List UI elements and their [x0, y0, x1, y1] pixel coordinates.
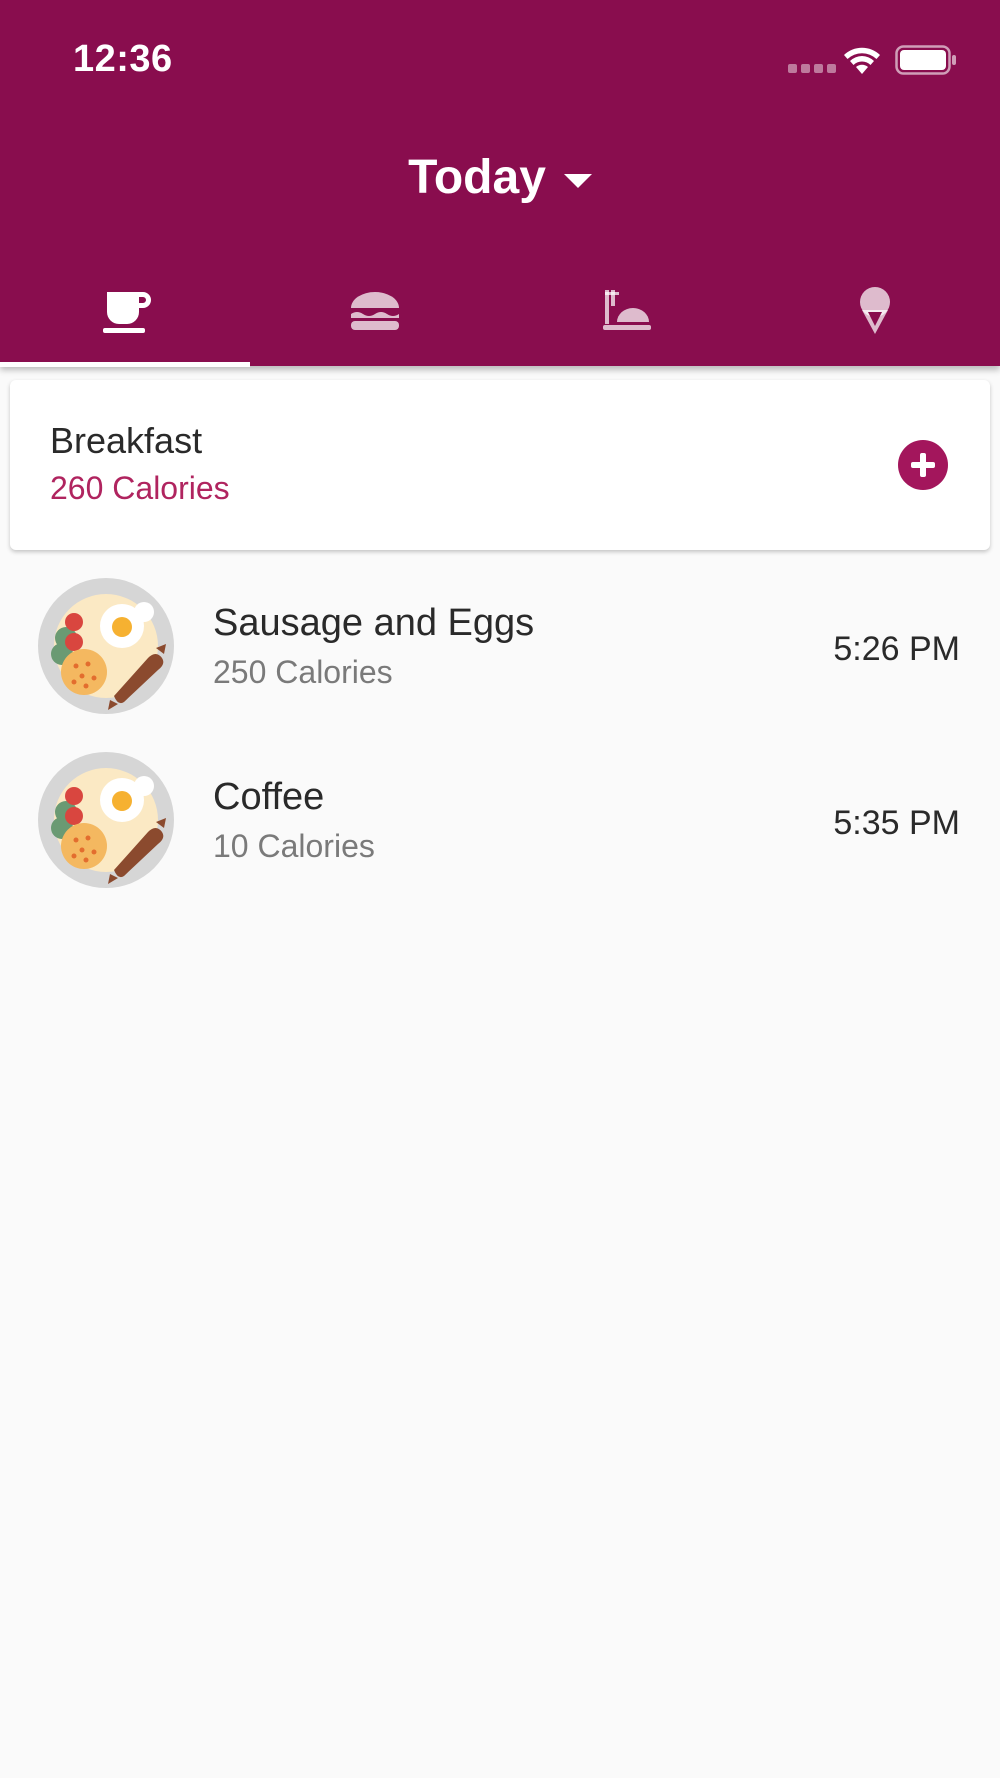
tab-dinner[interactable] — [500, 262, 750, 366]
cellular-signal-icon — [788, 64, 836, 73]
food-entry-list: Sausage and Eggs 250 Calories 5:26 PM Co… — [0, 560, 1000, 908]
burger-icon — [351, 292, 399, 330]
coffee-cup-icon — [103, 292, 151, 333]
tab-lunch[interactable] — [250, 262, 500, 366]
date-selector[interactable]: Today — [0, 150, 1000, 205]
entry-time: 5:26 PM — [833, 630, 960, 668]
dinner-plate-icon — [603, 290, 651, 330]
meal-name: Breakfast — [50, 420, 203, 461]
ice-cream-icon — [860, 287, 890, 334]
entry-calories: 10 Calories — [213, 828, 375, 864]
status-bar: 12:36 — [0, 0, 1000, 120]
selected-tab-indicator — [0, 362, 250, 367]
list-item[interactable]: Coffee 10 Calories 5:35 PM — [0, 734, 1000, 908]
entry-name: Sausage and Eggs — [213, 602, 535, 644]
entry-time: 5:35 PM — [833, 804, 960, 842]
breakfast-plate-icon — [38, 752, 174, 888]
tab-snack[interactable] — [750, 262, 1000, 366]
list-item[interactable]: Sausage and Eggs 250 Calories 5:26 PM — [0, 560, 1000, 734]
entry-calories: 250 Calories — [213, 654, 393, 690]
entry-name: Coffee — [213, 776, 325, 818]
wifi-icon — [844, 47, 880, 74]
add-food-button[interactable] — [898, 440, 948, 490]
breakfast-plate-icon — [38, 578, 174, 714]
meal-calories: 260 Calories — [50, 470, 230, 506]
meal-tabs — [0, 262, 1000, 366]
app-bar: 12:36 Today — [0, 0, 1000, 366]
tab-breakfast[interactable] — [0, 262, 250, 366]
page-title: Today — [408, 151, 546, 204]
caret-down-icon — [563, 173, 592, 188]
battery-icon — [895, 45, 956, 75]
meal-summary-card: Breakfast 260 Calories — [10, 380, 990, 550]
status-time: 12:36 — [73, 38, 173, 80]
